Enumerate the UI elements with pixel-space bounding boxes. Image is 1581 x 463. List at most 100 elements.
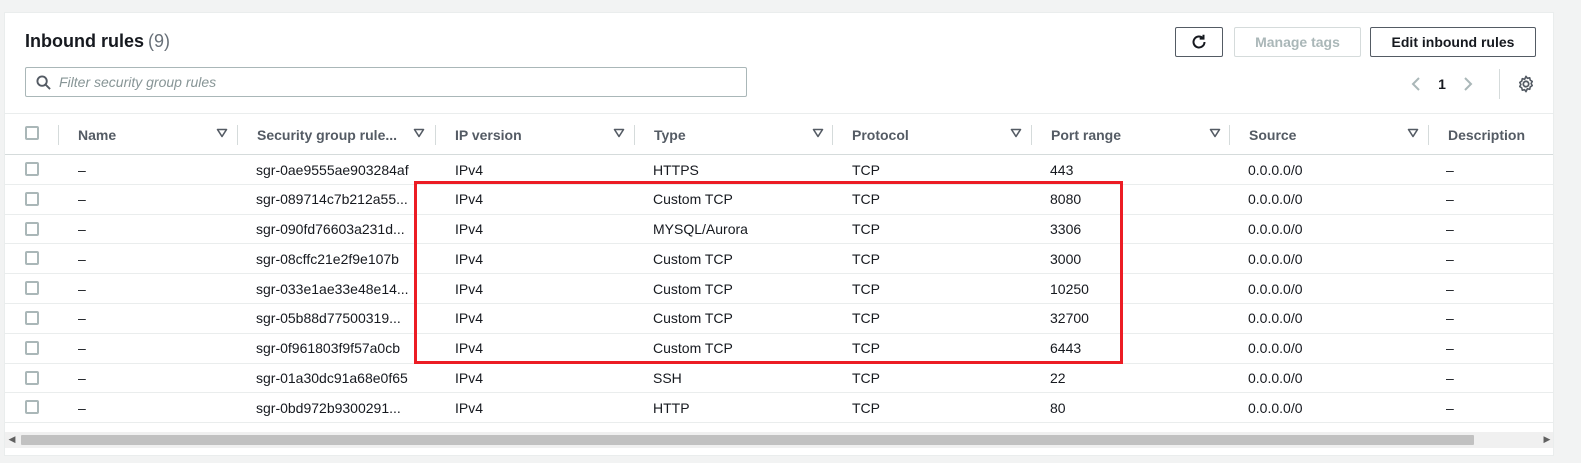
- cell-ip-version: IPv4: [455, 340, 484, 357]
- cell-source: 0.0.0.0/0: [1248, 191, 1303, 208]
- horizontal-scrollbar[interactable]: ◀ ▶: [5, 432, 1553, 448]
- cell-name: –: [78, 250, 86, 267]
- row-checkbox[interactable]: [25, 340, 39, 355]
- column-header-type[interactable]: Type: [654, 114, 834, 156]
- table-row[interactable]: – sgr-033e1ae33e48e14... IPv4 Custom TCP…: [5, 274, 1553, 304]
- rule-count: (9): [148, 31, 170, 51]
- cell-source: 0.0.0.0/0: [1248, 370, 1303, 387]
- column-label: Source: [1249, 127, 1297, 143]
- sort-icon: [1407, 128, 1419, 138]
- table-row[interactable]: – sgr-090fd76603a231d... IPv4 MYSQL/Auro…: [5, 215, 1553, 245]
- cell-protocol: TCP: [852, 250, 880, 267]
- scrollbar-thumb[interactable]: [21, 435, 1474, 445]
- search-input[interactable]: [59, 74, 719, 90]
- column-header-ip-version[interactable]: IP version: [455, 114, 635, 156]
- cell-source: 0.0.0.0/0: [1248, 250, 1303, 267]
- column-divider: [1428, 125, 1429, 145]
- column-label: Name: [78, 127, 117, 143]
- cell-type: Custom TCP: [653, 191, 733, 208]
- cell-rule-id: sgr-08cffc21e2f9e107b: [256, 250, 399, 267]
- column-divider: [634, 125, 635, 145]
- cell-description: –: [1446, 370, 1454, 387]
- cell-port-range: 80: [1050, 399, 1066, 416]
- refresh-button[interactable]: [1175, 27, 1223, 57]
- cell-description: –: [1446, 399, 1454, 416]
- cell-port-range: 32700: [1050, 310, 1089, 327]
- sort-icon: [216, 128, 228, 138]
- column-header-rule-id[interactable]: Security group rule...: [257, 114, 435, 156]
- column-header-source[interactable]: Source: [1249, 114, 1429, 156]
- cell-protocol: TCP: [852, 340, 880, 357]
- column-header-name[interactable]: Name: [78, 114, 238, 156]
- row-checkbox[interactable]: [25, 221, 39, 236]
- select-all-checkbox[interactable]: [25, 126, 39, 140]
- scroll-left-icon[interactable]: ◀: [6, 434, 18, 445]
- cell-protocol: TCP: [852, 221, 880, 238]
- cell-ip-version: IPv4: [455, 370, 484, 387]
- manage-tags-button[interactable]: Manage tags: [1234, 27, 1361, 57]
- row-checkbox[interactable]: [25, 251, 39, 266]
- cell-description: –: [1446, 250, 1454, 267]
- gear-icon: [1518, 75, 1534, 93]
- next-page-button[interactable]: [1457, 73, 1479, 95]
- table-row[interactable]: – sgr-0f961803f9f57a0cb IPv4 Custom TCP …: [5, 334, 1553, 364]
- cell-ip-version: IPv4: [455, 161, 484, 178]
- cell-type: Custom TCP: [653, 310, 733, 327]
- cell-description: –: [1446, 221, 1454, 238]
- cell-rule-id: sgr-0bd972b9300291...: [256, 399, 401, 416]
- column-label: Type: [654, 127, 686, 143]
- cell-name: –: [78, 280, 86, 297]
- prev-page-button[interactable]: [1405, 73, 1427, 95]
- table-row[interactable]: – sgr-05b88d77500319... IPv4 Custom TCP …: [5, 304, 1553, 334]
- table-header: Name Security group rule... IP version T…: [5, 113, 1553, 156]
- current-page[interactable]: 1: [1427, 76, 1457, 92]
- cell-type: Custom TCP: [653, 250, 733, 267]
- cell-description: –: [1446, 280, 1454, 297]
- scroll-right-icon[interactable]: ▶: [1541, 434, 1553, 445]
- cell-protocol: TCP: [852, 161, 880, 178]
- cell-port-range: 8080: [1050, 191, 1082, 208]
- edit-inbound-rules-button[interactable]: Edit inbound rules: [1370, 27, 1536, 57]
- cell-name: –: [78, 340, 86, 357]
- row-checkbox[interactable]: [25, 310, 39, 325]
- column-label: Port range: [1051, 127, 1122, 143]
- cell-protocol: TCP: [852, 280, 880, 297]
- table-row[interactable]: – sgr-0bd972b9300291... IPv4 HTTP TCP 80…: [5, 393, 1553, 424]
- search-box: [25, 67, 747, 97]
- column-header-port-range[interactable]: Port range: [1051, 114, 1231, 156]
- search-icon: [36, 74, 51, 90]
- cell-protocol: TCP: [852, 310, 880, 327]
- pagination: 1: [1405, 73, 1479, 95]
- row-checkbox[interactable]: [25, 370, 39, 385]
- cell-ip-version: IPv4: [455, 310, 484, 327]
- cell-ip-version: IPv4: [455, 221, 484, 238]
- row-checkbox[interactable]: [25, 191, 39, 206]
- cell-name: –: [78, 191, 86, 208]
- page-title: Inbound rules (9): [25, 31, 170, 52]
- cell-rule-id: sgr-033e1ae33e48e14...: [256, 280, 409, 297]
- inbound-rules-panel: Inbound rules (9) Manage tags Edit inboun…: [4, 12, 1554, 456]
- cell-name: –: [78, 161, 86, 178]
- column-header-protocol[interactable]: Protocol: [852, 114, 1032, 156]
- cell-port-range: 3000: [1050, 250, 1082, 267]
- cell-description: –: [1446, 191, 1454, 208]
- cell-ip-version: IPv4: [455, 191, 484, 208]
- table-row[interactable]: – sgr-08cffc21e2f9e107b IPv4 Custom TCP …: [5, 244, 1553, 275]
- row-checkbox[interactable]: [25, 162, 39, 176]
- column-header-description[interactable]: Description: [1448, 114, 1553, 156]
- cell-rule-id: sgr-090fd76603a231d...: [256, 221, 405, 238]
- row-checkbox[interactable]: [25, 281, 39, 296]
- table-row[interactable]: – sgr-01a30dc91a68e0f65 IPv4 SSH TCP 22 …: [5, 364, 1553, 394]
- rules-table: Name Security group rule... IP version T…: [5, 113, 1553, 424]
- cell-ip-version: IPv4: [455, 250, 484, 267]
- cell-source: 0.0.0.0/0: [1248, 340, 1303, 357]
- cell-protocol: TCP: [852, 370, 880, 387]
- cell-protocol: TCP: [852, 191, 880, 208]
- sort-icon: [1209, 128, 1221, 138]
- row-checkbox[interactable]: [25, 400, 39, 415]
- table-row[interactable]: – sgr-089714c7b212a55... IPv4 Custom TCP…: [5, 185, 1553, 215]
- table-row[interactable]: – sgr-0ae9555ae903284af IPv4 HTTPS TCP 4…: [5, 155, 1553, 185]
- table-settings-button[interactable]: [1515, 73, 1537, 95]
- column-label: Description: [1448, 127, 1526, 143]
- cell-rule-id: sgr-0f961803f9f57a0cb: [256, 340, 400, 357]
